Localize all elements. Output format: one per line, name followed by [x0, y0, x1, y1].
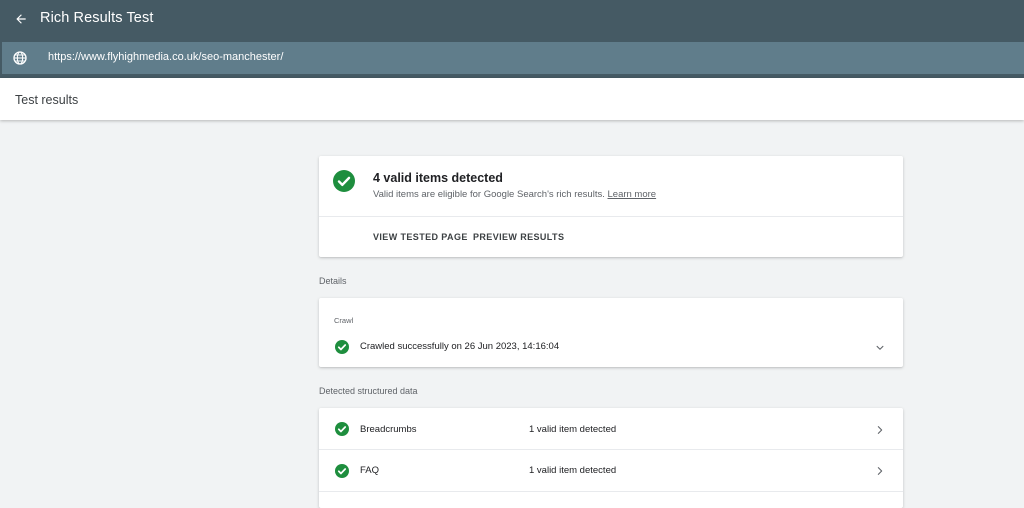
summary-card: 4 valid items detected Valid items are e…: [319, 156, 903, 257]
check-circle-icon: [335, 422, 349, 436]
url-bar[interactable]: https://www.flyhighmedia.co.uk/seo-manch…: [2, 42, 1024, 74]
structured-data-card: Breadcrumbs 1 valid item detected FAQ 1 …: [319, 408, 903, 508]
valid-items-heading: 4 valid items detected: [373, 171, 503, 185]
arrow-left-icon: [16, 14, 26, 24]
item-name: Breadcrumbs: [360, 424, 417, 435]
title-row: Rich Results Test: [0, 0, 1024, 38]
subtext: Valid items are eligible for Google Sear…: [373, 189, 605, 200]
chevron-right-icon: [877, 426, 883, 434]
structured-data-section-label: Detected structured data: [319, 386, 418, 396]
crawl-card[interactable]: Crawl Crawled successfully on 26 Jun 202…: [319, 298, 903, 367]
learn-more-link[interactable]: Learn more: [608, 189, 657, 200]
crawl-status: Crawled successfully on 26 Jun 2023, 14:…: [360, 341, 560, 352]
item-status: 1 valid item detected: [529, 465, 617, 476]
check-circle-icon: [333, 170, 355, 192]
list-item-faq[interactable]: FAQ 1 valid item detected: [319, 450, 903, 491]
results-bar: Test results: [0, 78, 1024, 120]
list-item-breadcrumbs[interactable]: Breadcrumbs 1 valid item detected: [319, 408, 903, 449]
chevron-down-icon[interactable]: [875, 343, 885, 353]
check-circle-icon: [335, 464, 349, 478]
valid-items-subtext: Valid items are eligible for Google Sear…: [373, 189, 656, 200]
chevron-right-icon: [877, 467, 883, 475]
item-status: 1 valid item detected: [529, 424, 617, 435]
page-title: Test results: [15, 93, 79, 107]
divider: [319, 491, 903, 492]
app-header: Rich Results Test https://www.flyhighmed…: [0, 0, 1024, 78]
globe-icon: [13, 51, 27, 65]
check-circle-icon: [335, 340, 349, 354]
tested-url: https://www.flyhighmedia.co.uk/seo-manch…: [48, 51, 284, 63]
app-title: Rich Results Test: [40, 10, 154, 26]
details-section-label: Details: [319, 276, 347, 286]
view-tested-page-button[interactable]: VIEW TESTED PAGE: [373, 232, 468, 242]
back-button[interactable]: [10, 8, 32, 30]
divider: [319, 216, 903, 217]
crawl-label: Crawl: [334, 316, 354, 325]
item-name: FAQ: [360, 465, 380, 476]
preview-results-button[interactable]: PREVIEW RESULTS: [473, 232, 564, 242]
